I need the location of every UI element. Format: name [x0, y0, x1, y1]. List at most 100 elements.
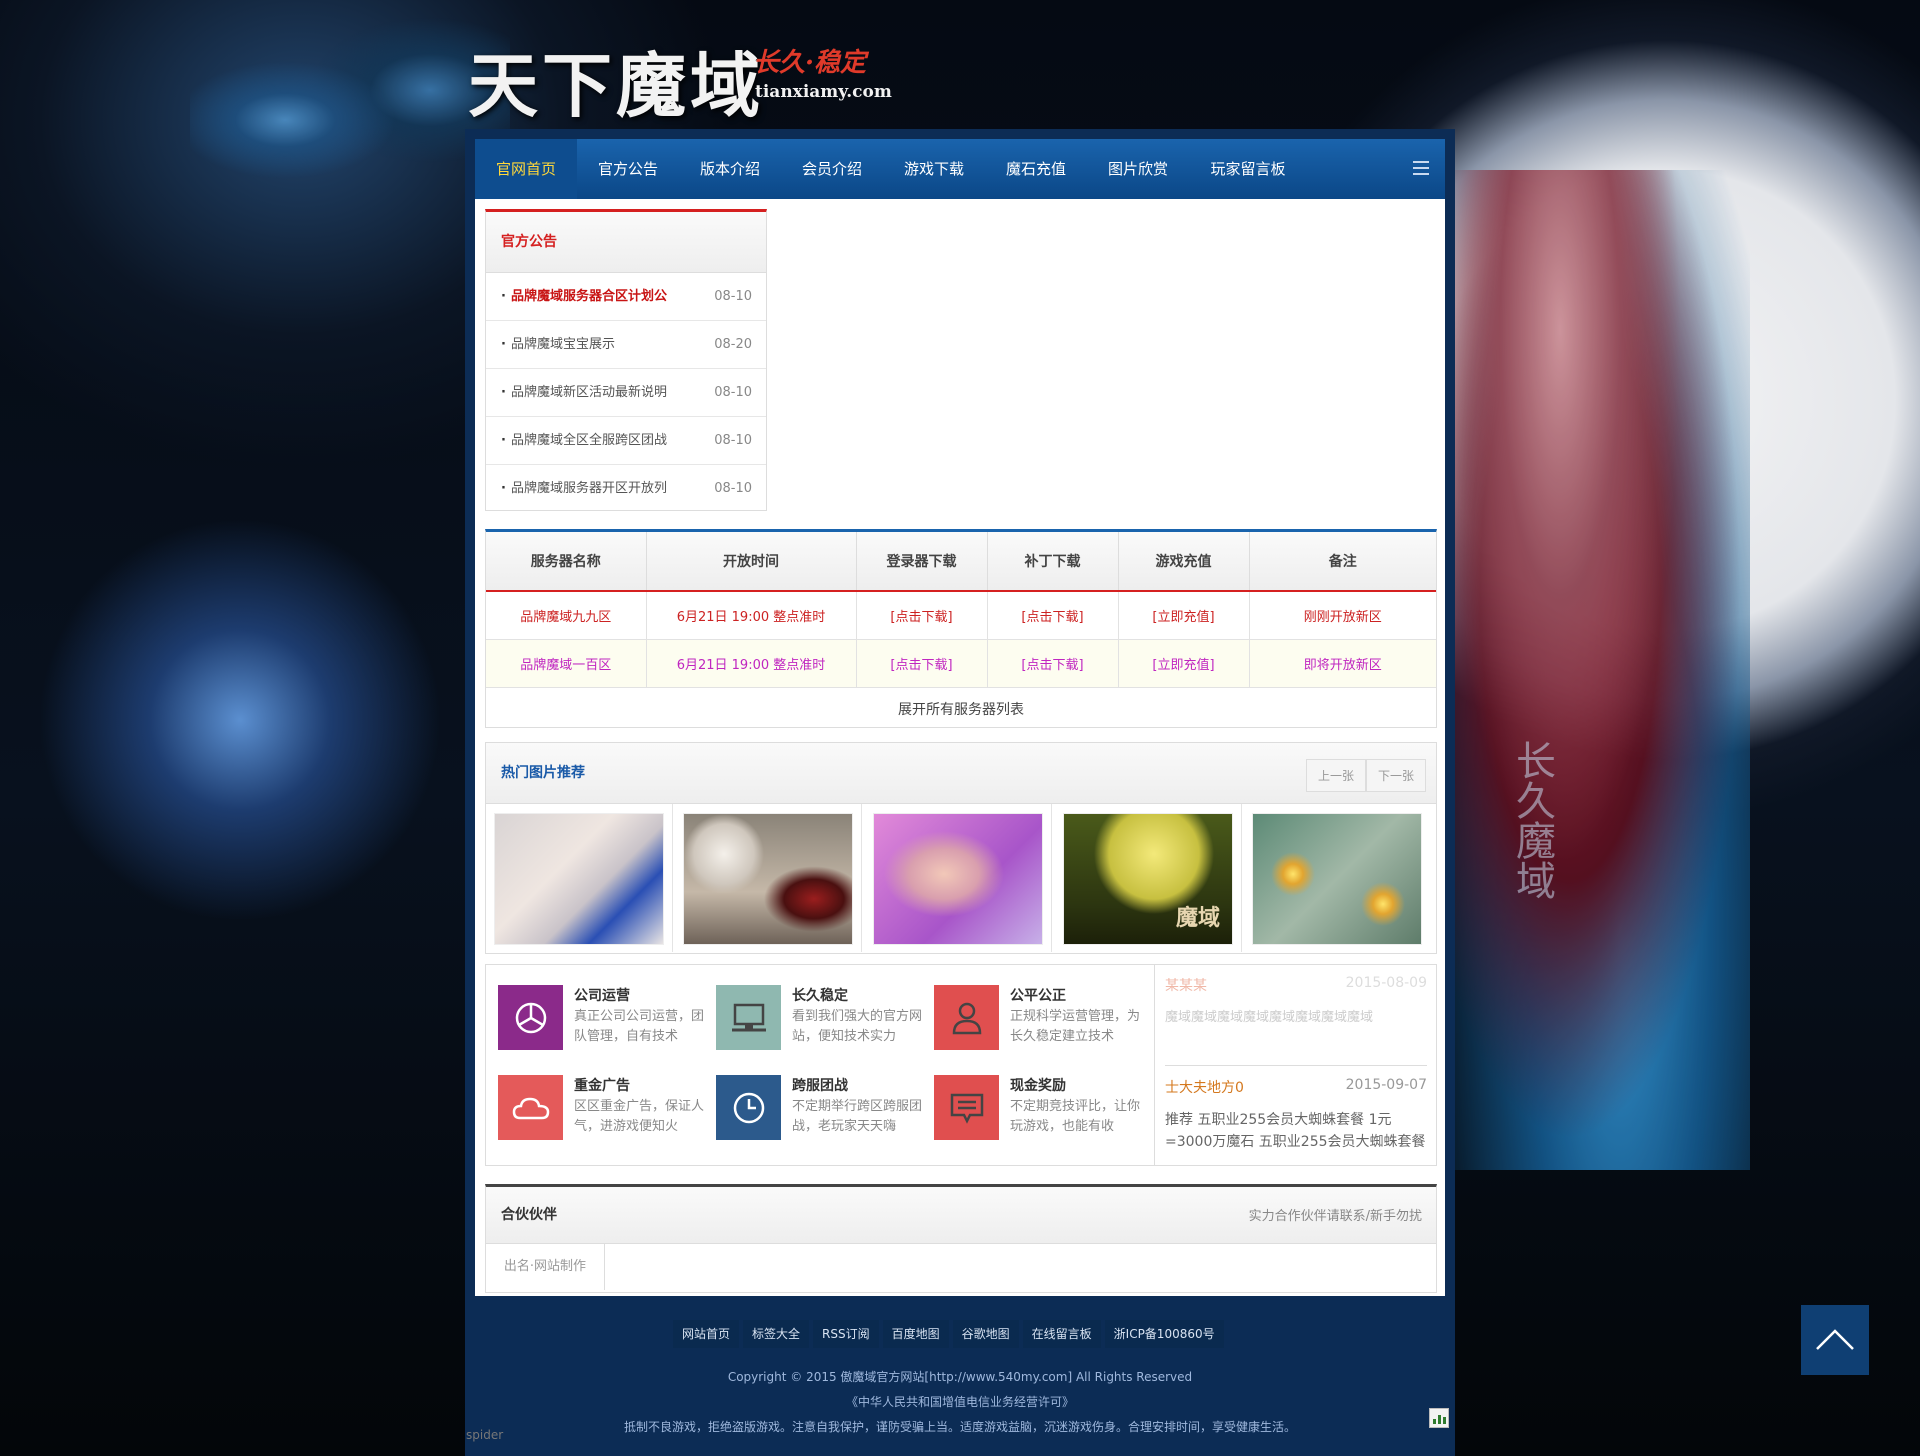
patch-download-link[interactable]: [点击下载] — [987, 591, 1119, 640]
server-time: 6月21日 19:00 整点准时 — [646, 591, 857, 640]
news-item[interactable]: 士大夫地方0 2015-09-07 推荐 五职业255会员大蜘蛛套餐 1元=30… — [1165, 1077, 1427, 1157]
notice-item[interactable]: 品牌魔域宝宝展示 08-20 — [486, 321, 766, 369]
news-item[interactable]: 某某某 2015-08-09 魔域魔域魔域魔域魔域魔域魔域魔域 — [1165, 975, 1427, 1066]
partners-note: 实力合作伙伴请联系/新手勿扰 — [1248, 1209, 1422, 1224]
prev-picture-button[interactable]: 上一张 — [1305, 759, 1366, 792]
nav-item-gallery[interactable]: 图片欣赏 — [1087, 139, 1189, 199]
table-row: 品牌魔域一百区 6月21日 19:00 整点准时 [点击下载] [点击下载] [… — [486, 639, 1436, 688]
divider — [861, 804, 862, 952]
notice-item[interactable]: 品牌魔域新区活动最新说明 08-10 — [486, 369, 766, 417]
gallery-image[interactable] — [1252, 813, 1422, 945]
pictures-title: 热门图片推荐 — [486, 743, 1436, 804]
feature-item[interactable]: 重金广告 区区重金广告，保证人气，进游戏便知火 — [498, 1075, 708, 1145]
next-picture-button[interactable]: 下一张 — [1365, 759, 1426, 792]
notice-item[interactable]: 品牌魔域服务器开区开放列 08-10 — [486, 465, 766, 512]
footer-link-google-map[interactable]: 谷歌地图 — [952, 1320, 1019, 1348]
divider — [672, 804, 673, 952]
cloud-icon — [498, 1075, 563, 1140]
server-note: 刚刚开放新区 — [1249, 591, 1436, 640]
picture-pager: 上一张 下一张 — [1305, 759, 1426, 792]
footer-link-icp[interactable]: 浙ICP备100860号 — [1104, 1320, 1224, 1348]
feature-title: 跨服团战 — [792, 1078, 848, 1094]
gallery-image[interactable] — [494, 813, 664, 945]
partner-link[interactable]: 出名·网站制作 — [486, 1244, 605, 1290]
gallery-image[interactable] — [873, 813, 1043, 945]
server-time: 6月21日 19:00 整点准时 — [646, 639, 857, 688]
site-logo[interactable]: 天下魔域 长久·稳定 tianxiamy.com — [468, 30, 892, 127]
monitor-icon — [716, 985, 781, 1050]
news-text: 魔域魔域魔域魔域魔域魔域魔域魔域 — [1165, 1010, 1374, 1025]
feature-item[interactable]: 公司运营 真正公司公司运营，团队管理，自有技术 — [498, 985, 708, 1055]
server-col-launcher: 登录器下载 — [856, 532, 988, 592]
server-note: 即将开放新区 — [1249, 639, 1436, 688]
news-date: 2015-09-07 — [1345, 1077, 1427, 1093]
picture-row: 魔域 — [486, 804, 1436, 952]
footer-link-home[interactable]: 网站首页 — [673, 1320, 740, 1348]
feature-title: 公平公正 — [1010, 988, 1066, 1004]
gallery-image[interactable]: 魔域 — [1063, 813, 1233, 945]
gallery-image-caption: 魔域 — [1175, 905, 1220, 931]
notice-item-date: 08-10 — [714, 289, 752, 304]
features-section: 公司运营 真正公司公司运营，团队管理，自有技术 长久稳定 看到我们强大的官方网站… — [485, 964, 1437, 1166]
feature-title: 重金广告 — [574, 1078, 630, 1094]
server-table: 服务器名称 开放时间 登录器下载 补丁下载 游戏充值 备注 品牌魔域九九区 6月… — [486, 532, 1436, 688]
nav-item-version[interactable]: 版本介绍 — [679, 139, 781, 199]
launcher-download-link[interactable]: [点击下载] — [856, 639, 988, 688]
chat-icon — [934, 1075, 999, 1140]
recharge-link[interactable]: [立即充值] — [1118, 639, 1250, 688]
launcher-download-link[interactable]: [点击下载] — [856, 591, 988, 640]
gallery-image[interactable] — [683, 813, 853, 945]
notice-title[interactable]: 官方公告 — [486, 212, 766, 273]
arrow-up-icon — [1816, 1329, 1854, 1350]
notice-item-date: 08-20 — [714, 337, 752, 352]
notice-item[interactable]: 品牌魔域服务器合区计划公 08-10 — [486, 273, 766, 321]
divider — [1241, 804, 1242, 952]
footer-link-rss[interactable]: RSS订阅 — [813, 1320, 879, 1348]
feature-item[interactable]: 长久稳定 看到我们强大的官方网站，便知技术实力 — [716, 985, 926, 1055]
feature-title: 现金奖励 — [1010, 1078, 1066, 1094]
notice-item-title: 品牌魔域宝宝展示 — [501, 321, 615, 368]
news-list: 某某某 2015-08-09 魔域魔域魔域魔域魔域魔域魔域魔域 士大夫地方0 2… — [1154, 965, 1437, 1165]
server-col-patch: 补丁下载 — [987, 532, 1119, 592]
page-wrapper: 官网首页 官方公告 版本介绍 会员介绍 游戏下载 魔石充值 图片欣赏 玩家留言板… — [465, 129, 1455, 1456]
divider — [1051, 804, 1052, 952]
nav-item-guestbook[interactable]: 玩家留言板 — [1189, 139, 1307, 199]
sidebar-character-art — [1450, 170, 1750, 1170]
footer-link-baidu-map[interactable]: 百度地图 — [882, 1320, 949, 1348]
footer-advice: 抵制不良游戏，拒绝盗版游戏。注意自我保护，谨防受骗上当。适度游戏益脑，沉迷游戏伤… — [623, 1420, 1296, 1434]
notice-item[interactable]: 品牌魔域全区全服跨区团战 08-10 — [486, 417, 766, 465]
feature-title: 长久稳定 — [792, 988, 848, 1004]
recharge-link[interactable]: [立即充值] — [1118, 591, 1250, 640]
nav-item-home[interactable]: 官网首页 — [475, 139, 577, 199]
news-text: 推荐 五职业255会员大蜘蛛套餐 1元=3000万魔石 五职业255会员大蜘蛛套… — [1165, 1112, 1426, 1150]
nav-item-download[interactable]: 游戏下载 — [883, 139, 985, 199]
menu-icon[interactable] — [1413, 161, 1429, 175]
news-author: 士大夫地方0 — [1165, 1080, 1244, 1096]
feature-item[interactable]: 公平公正 正规科学运营管理，为长久稳定建立技术 — [934, 985, 1144, 1055]
feature-desc: 区区重金广告，保证人气，进游戏便知火 — [574, 1099, 705, 1134]
notice-item-date: 08-10 — [714, 481, 752, 496]
nav-item-notice[interactable]: 官方公告 — [577, 139, 679, 199]
expand-servers-button[interactable]: 展开所有服务器列表 — [486, 688, 1436, 732]
feature-desc: 看到我们强大的官方网站，便知技术实力 — [792, 1009, 923, 1044]
clock-icon — [716, 1075, 781, 1140]
feature-desc: 正规科学运营管理，为长久稳定建立技术 — [1010, 1009, 1141, 1044]
user-icon — [934, 985, 999, 1050]
nav-item-member[interactable]: 会员介绍 — [781, 139, 883, 199]
main-nav: 官网首页 官方公告 版本介绍 会员介绍 游戏下载 魔石充值 图片欣赏 玩家留言板 — [475, 139, 1445, 200]
footer-license[interactable]: 《中华人民共和国增值电信业务经营许可》 — [465, 1393, 1455, 1410]
stats-icon[interactable] — [1429, 1408, 1449, 1428]
spider-image-alt: spider — [466, 1428, 504, 1442]
footer-link-tags[interactable]: 标签大全 — [743, 1320, 810, 1348]
server-col-time: 开放时间 — [646, 532, 857, 592]
footer-link-guestbook[interactable]: 在线留言板 — [1022, 1320, 1101, 1348]
table-row: 品牌魔域九九区 6月21日 19:00 整点准时 [点击下载] [点击下载] [… — [486, 591, 1436, 640]
nav-item-recharge[interactable]: 魔石充值 — [985, 139, 1087, 199]
feature-item[interactable]: 现金奖励 不定期竞技评比，让你玩游戏，也能有收 — [934, 1075, 1144, 1145]
site-footer: 网站首页 标签大全 RSS订阅 百度地图 谷歌地图 在线留言板 浙ICP备100… — [465, 1296, 1455, 1456]
server-list: 服务器名称 开放时间 登录器下载 补丁下载 游戏充值 备注 品牌魔域九九区 6月… — [485, 529, 1437, 728]
feature-item[interactable]: 跨服团战 不定期举行跨区跨服团战，老玩家天天嗨 — [716, 1075, 926, 1145]
patch-download-link[interactable]: [点击下载] — [987, 639, 1119, 688]
logo-slogan: 长久·稳定 — [753, 48, 867, 78]
back-to-top-button[interactable] — [1801, 1305, 1869, 1375]
